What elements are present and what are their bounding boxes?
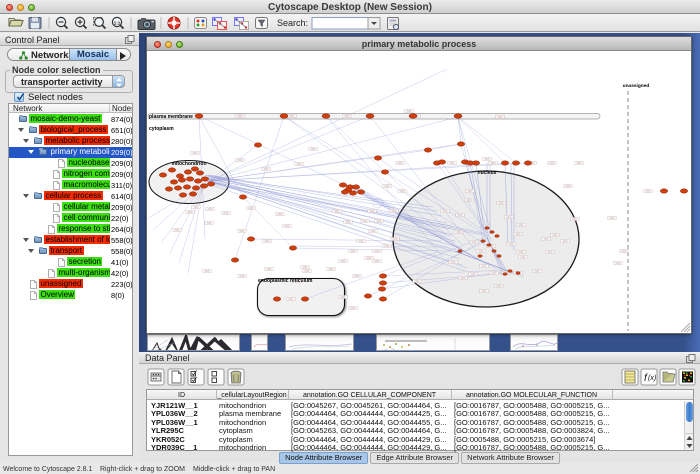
svg-text:nucleus: nucleus	[478, 170, 497, 176]
svg-text:endoplasmic reticulum: endoplasmic reticulum	[258, 278, 313, 284]
svg-text:1:1: 1:1	[114, 20, 121, 25]
svg-text:plasma membrane: plasma membrane	[149, 114, 193, 120]
svg-text:unassigned: unassigned	[623, 83, 650, 89]
svg-text:cytoplasm: cytoplasm	[149, 126, 174, 132]
svg-text:Search:: Search:	[277, 18, 308, 28]
svg-text:(x): (x)	[648, 375, 656, 382]
svg-text:mitochondrion: mitochondrion	[172, 161, 207, 167]
